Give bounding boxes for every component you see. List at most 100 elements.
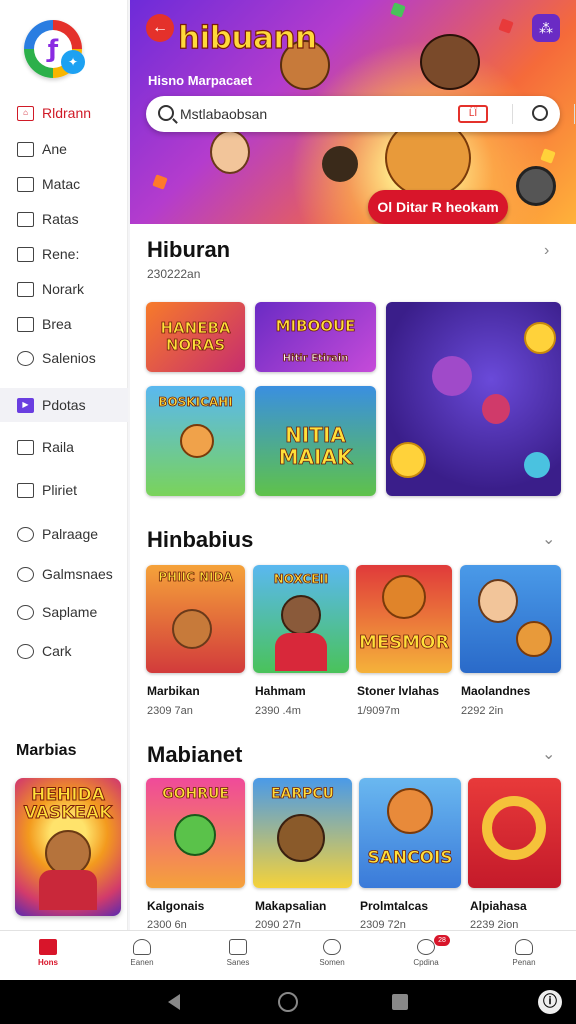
accessibility-icon[interactable]: ⓘ — [538, 990, 562, 1014]
section-title: Hinbabius — [147, 527, 254, 552]
sidebar-item-norark[interactable]: Norark — [0, 272, 128, 306]
search-icon — [158, 105, 174, 121]
featured-game-tile[interactable] — [386, 302, 561, 496]
section-subtitle: 230222an — [147, 267, 201, 281]
game-subtitle: 2390 .4m — [255, 705, 301, 717]
game-name: Marbikan — [147, 684, 200, 698]
search-divider — [574, 104, 575, 124]
game-tile[interactable]: SANCOIS — [359, 778, 461, 888]
camera-icon[interactable]: ĹÏ — [458, 105, 488, 123]
bottom-nav-sanes[interactable]: Sanes — [198, 931, 278, 981]
bird-badge-icon: ✦ — [61, 50, 85, 74]
hero-cta-button[interactable]: Ol Ditar R heokam — [368, 190, 508, 224]
notification-badge: 28 — [434, 935, 450, 946]
bottom-nav-somen[interactable]: Somen — [292, 931, 372, 981]
play-icon: ▶ — [17, 397, 34, 413]
game-tile[interactable]: BOSKICAHI — [146, 386, 245, 496]
app-logo[interactable]: ƒ ✦ — [24, 20, 85, 78]
system-home-icon[interactable] — [278, 992, 298, 1012]
back-icon[interactable]: ← — [146, 14, 174, 42]
voice-search-icon[interactable] — [532, 105, 548, 121]
game-tile[interactable]: MESMOR — [356, 565, 452, 673]
tile-title: MIBOOUE — [275, 317, 356, 335]
gem — [152, 174, 168, 190]
game-tile[interactable]: MIBOOUE Hitir Etirain — [255, 302, 376, 372]
sidebar-item-matac[interactable]: Matac — [0, 167, 128, 201]
tile-art-title: NOXCEII — [273, 572, 329, 587]
system-nav-bar: ⓘ — [0, 980, 576, 1024]
sidebar-item-galmsnaes[interactable]: Galmsnaes — [0, 557, 128, 591]
character-shirt — [39, 870, 97, 910]
tile-title: HANEBA NORAS — [160, 319, 231, 354]
edit-icon — [17, 439, 34, 455]
game-name: Hahmam — [255, 684, 306, 698]
gamepad-icon — [323, 939, 341, 955]
character — [482, 394, 510, 424]
circle-icon — [17, 350, 34, 366]
bookmark-icon — [17, 281, 34, 297]
chat-icon — [17, 526, 34, 542]
bear-character — [420, 34, 480, 90]
chat-bubble-icon — [17, 566, 34, 582]
sidebar-item-home[interactable]: ⌂ Rldrann — [0, 96, 128, 130]
hero-title: hibuann — [177, 19, 317, 56]
game-tile[interactable] — [460, 565, 561, 673]
character — [382, 575, 426, 619]
game-tile[interactable]: EARPCU — [253, 778, 352, 888]
tile-art-title: SANCOIS — [367, 848, 453, 868]
sidebar: ƒ ✦ ⌂ Rldrann Ane Matac Ratas Rene: Norar… — [0, 0, 128, 930]
gear-icon — [17, 604, 34, 620]
chevron-down-icon[interactable]: ⌄ — [542, 529, 555, 549]
chevron-right-icon[interactable]: › — [544, 242, 549, 260]
tile-badge: Hitir Etirain — [282, 353, 349, 365]
character-shirt — [275, 633, 327, 671]
sidebar-item-pliriet[interactable]: Pliriet — [0, 473, 128, 507]
sidebar-item-brea[interactable]: Brea — [0, 307, 128, 341]
bottom-nav-penan[interactable]: Penan — [484, 931, 564, 981]
person-icon — [515, 939, 533, 955]
game-tile[interactable]: HANEBA NORAS — [146, 302, 245, 372]
sidebar-item-rene[interactable]: Rene: — [0, 237, 128, 271]
sidebar-item-ratas[interactable]: Ratas — [0, 202, 128, 236]
bear-character — [277, 814, 325, 862]
fox-character — [516, 621, 552, 657]
fox-character — [387, 788, 433, 834]
tag-icon — [17, 211, 34, 227]
game-tile[interactable]: PHIIC NIDA — [146, 565, 245, 673]
sidebar-promo-title: Marbias — [16, 742, 77, 759]
game-subtitle: 2309 7an — [147, 705, 193, 717]
menu-icon[interactable]: ⁂ — [532, 14, 560, 42]
character — [180, 424, 214, 458]
chevron-down-icon[interactable]: ⌄ — [542, 744, 555, 764]
sidebar-item-raila[interactable]: Raila — [0, 430, 128, 464]
character — [432, 356, 472, 396]
sidebar-item-salenios[interactable]: Salenios — [0, 341, 128, 375]
sidebar-item-saplame[interactable]: Saplame — [0, 595, 128, 629]
ticket-icon — [17, 246, 34, 262]
sidebar-item-cark[interactable]: Cark — [0, 634, 128, 668]
coin — [524, 322, 556, 354]
system-recents-icon[interactable] — [392, 994, 408, 1010]
sidebar-item-ane[interactable]: Ane — [0, 132, 128, 166]
bottom-nav-cpdina[interactable]: 28 Cpdina — [386, 931, 466, 981]
home-icon — [39, 939, 57, 955]
search-input[interactable] — [180, 102, 420, 126]
boy-character — [210, 130, 250, 174]
bottom-nav-home[interactable]: Hons — [8, 931, 88, 981]
game-tile[interactable]: GOHRUE — [146, 778, 245, 888]
compass-icon — [417, 939, 435, 955]
sidebar-promo-tile[interactable]: HEHIDA VASKEAK — [15, 778, 121, 916]
game-name: Prolmtalcas — [360, 899, 429, 913]
game-tile[interactable]: NOXCEII — [253, 565, 349, 673]
tile-art-title: MESMOR — [359, 632, 450, 653]
search-bar[interactable]: ĹÏ — [146, 96, 575, 132]
ball-character — [516, 166, 556, 206]
sidebar-item-palraage[interactable]: Palraage — [0, 517, 128, 551]
tile-art-title: GOHRUE — [162, 786, 230, 803]
bottom-nav-eanen[interactable]: Eanen — [102, 931, 182, 981]
game-tile[interactable]: NITIA MAIAK — [255, 386, 376, 496]
system-back-icon[interactable] — [168, 994, 180, 1010]
sidebar-item-pdotas[interactable]: ▶ Pdotas — [0, 388, 128, 422]
ring-icon — [482, 796, 546, 860]
game-tile[interactable] — [468, 778, 561, 888]
